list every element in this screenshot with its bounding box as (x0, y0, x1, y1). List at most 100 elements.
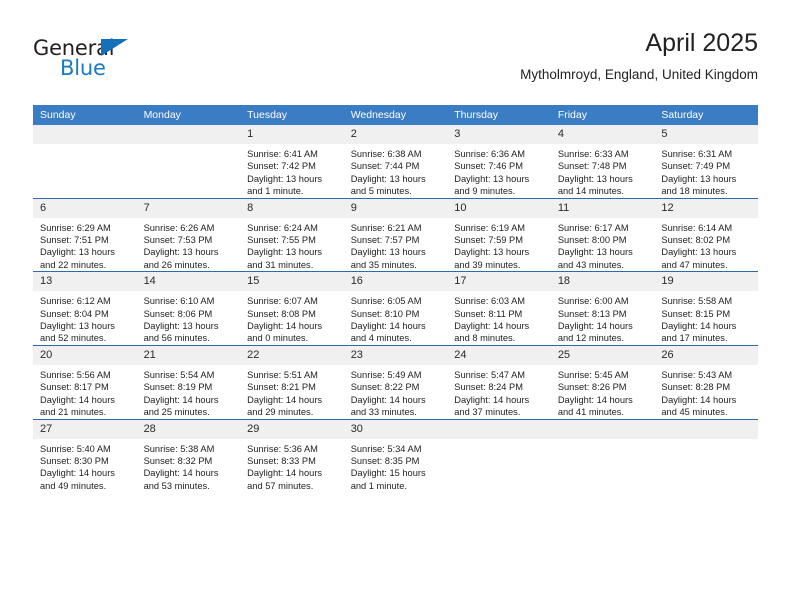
sunrise-time: Sunrise: 6:03 AM (454, 296, 526, 307)
day-details: Sunrise: 6:38 AM Sunset: 7:44 PM Daylight:… (344, 144, 448, 198)
calendar-cell-empty (550, 418, 655, 493)
weekday-header-monday: Monday (136, 105, 241, 125)
daylight-duration-line1: Daylight: 14 hours (661, 394, 737, 405)
daylight-duration-line1: Daylight: 13 hours (661, 173, 737, 184)
calendar-day-cell[interactable]: 15 Sunrise: 6:07 AM Sunset: 8:08 PM Dayligh… (240, 271, 344, 346)
sunset-time: Sunset: 8:26 PM (557, 382, 627, 393)
sunrise-time: Sunrise: 6:19 AM (454, 222, 526, 233)
day-details: Sunrise: 6:21 AM Sunset: 7:57 PM Daylight:… (344, 218, 448, 272)
day-number: 9 (343, 198, 448, 218)
sunrise-time: Sunrise: 5:56 AM (40, 369, 111, 380)
calendar-day-cell[interactable]: 18 Sunrise: 6:00 AM Sunset: 8:13 PM Dayligh… (550, 271, 655, 346)
day-number: 12 (654, 198, 758, 218)
sunset-time: Sunset: 7:51 PM (40, 235, 109, 246)
daylight-duration-line2: and 18 minutes. (661, 186, 728, 197)
calendar-day-cell[interactable]: 21 Sunrise: 5:54 AM Sunset: 8:19 PM Dayligh… (136, 344, 241, 419)
calendar-day-cell[interactable]: 24 Sunrise: 5:47 AM Sunset: 8:24 PM Dayligh… (447, 344, 551, 419)
calendar-cell-empty (136, 125, 241, 199)
calendar-day-cell[interactable]: 27 Sunrise: 5:40 AM Sunset: 8:30 PM Dayligh… (33, 418, 137, 493)
calendar-day-cell[interactable]: 12 Sunrise: 6:14 AM Sunset: 8:02 PM Dayligh… (654, 197, 758, 272)
sunrise-time: Sunrise: 5:49 AM (350, 369, 422, 380)
calendar-day-cell[interactable]: 29 Sunrise: 5:36 AM Sunset: 8:33 PM Dayligh… (240, 418, 344, 493)
day-number: 19 (654, 272, 758, 292)
calendar-day-cell[interactable]: 6 Sunrise: 6:29 AM Sunset: 7:51 PM Daylight… (33, 197, 137, 272)
sunset-time: Sunset: 8:24 PM (454, 382, 523, 393)
calendar-day-cell[interactable]: 26 Sunrise: 5:43 AM Sunset: 8:28 PM Dayligh… (654, 344, 758, 419)
day-number: 25 (550, 345, 655, 365)
calendar-cell-empty (447, 418, 551, 493)
day-number: 15 (240, 272, 344, 292)
daylight-duration-line1: Daylight: 13 hours (247, 173, 323, 184)
calendar-week-row: 20 Sunrise: 5:56 AM Sunset: 8:17 PM Dayligh… (33, 344, 758, 419)
day-number: 30 (343, 419, 448, 439)
daylight-duration-line2: and 57 minutes. (247, 480, 314, 491)
calendar-day-cell[interactable]: 7 Sunrise: 6:26 AM Sunset: 7:53 PM Daylight… (136, 197, 241, 272)
daylight-duration-line1: Daylight: 13 hours (557, 173, 633, 184)
day-details: Sunrise: 6:33 AM Sunset: 7:48 PM Daylight:… (551, 144, 655, 198)
daylight-duration-line2: and 8 minutes. (454, 333, 516, 344)
calendar-day-cell[interactable]: 25 Sunrise: 5:45 AM Sunset: 8:26 PM Dayligh… (550, 344, 655, 419)
sunrise-time: Sunrise: 5:47 AM (454, 369, 526, 380)
sunrise-time: Sunrise: 6:10 AM (143, 296, 215, 307)
daylight-duration-line2: and 39 minutes. (454, 259, 521, 270)
calendar-day-cell[interactable]: 9 Sunrise: 6:21 AM Sunset: 7:57 PM Daylight… (343, 197, 448, 272)
daylight-duration-line1: Daylight: 14 hours (247, 468, 323, 479)
daylight-duration-line2: and 56 minutes. (143, 333, 210, 344)
day-details: Sunrise: 6:29 AM Sunset: 7:51 PM Daylight:… (33, 218, 137, 272)
sunrise-time: Sunrise: 5:45 AM (557, 369, 629, 380)
calendar-week-row: 13 Sunrise: 6:12 AM Sunset: 8:04 PM Dayligh… (33, 271, 758, 346)
day-details: Sunrise: 6:19 AM Sunset: 7:59 PM Daylight:… (447, 218, 551, 272)
daylight-duration-line1: Daylight: 13 hours (454, 247, 530, 258)
sunrise-time: Sunrise: 6:38 AM (350, 149, 422, 159)
weekday-header-friday: Friday (550, 105, 655, 125)
calendar-day-cell[interactable]: 1 Sunrise: 6:41 AM Sunset: 7:42 PM Daylight… (240, 125, 344, 199)
calendar-day-cell[interactable]: 28 Sunrise: 5:38 AM Sunset: 8:32 PM Dayligh… (136, 418, 241, 493)
day-details: Sunrise: 5:49 AM Sunset: 8:22 PM Daylight:… (344, 365, 448, 419)
calendar-day-cell[interactable]: 4 Sunrise: 6:33 AM Sunset: 7:48 PM Daylight… (550, 125, 655, 199)
daylight-duration-line1: Daylight: 13 hours (247, 247, 323, 258)
daylight-duration-line1: Daylight: 14 hours (143, 468, 219, 479)
day-number: 17 (447, 272, 551, 292)
daylight-duration-line1: Daylight: 14 hours (557, 321, 633, 332)
calendar-day-cell[interactable]: 5 Sunrise: 6:31 AM Sunset: 7:49 PM Daylight… (654, 125, 758, 199)
day-details: Sunrise: 6:12 AM Sunset: 8:04 PM Daylight:… (33, 291, 137, 345)
day-details: Sunrise: 6:03 AM Sunset: 8:11 PM Daylight:… (447, 291, 551, 345)
sunset-time: Sunset: 7:46 PM (454, 161, 523, 172)
calendar-day-cell[interactable]: 10 Sunrise: 6:19 AM Sunset: 7:59 PM Dayligh… (447, 197, 551, 272)
calendar-day-cell[interactable]: 2 Sunrise: 6:38 AM Sunset: 7:44 PM Daylight… (343, 125, 448, 199)
day-number: 5 (654, 125, 758, 144)
day-number: 3 (447, 125, 551, 144)
day-details: Sunrise: 5:40 AM Sunset: 8:30 PM Daylight:… (33, 439, 137, 493)
day-details: Sunrise: 6:31 AM Sunset: 7:49 PM Daylight:… (654, 144, 758, 198)
calendar-day-cell[interactable]: 17 Sunrise: 6:03 AM Sunset: 8:11 PM Dayligh… (447, 271, 551, 346)
daylight-duration-line1: Daylight: 14 hours (454, 394, 530, 405)
daylight-duration-line2: and 52 minutes. (40, 333, 107, 344)
calendar-day-cell[interactable]: 23 Sunrise: 5:49 AM Sunset: 8:22 PM Dayligh… (343, 344, 448, 419)
day-details: Sunrise: 6:05 AM Sunset: 8:10 PM Daylight:… (344, 291, 448, 345)
calendar-day-cell[interactable]: 16 Sunrise: 6:05 AM Sunset: 8:10 PM Dayligh… (343, 271, 448, 346)
calendar-day-cell[interactable]: 30 Sunrise: 5:34 AM Sunset: 8:35 PM Dayligh… (343, 418, 448, 493)
calendar-day-cell[interactable]: 19 Sunrise: 5:58 AM Sunset: 8:15 PM Dayligh… (654, 271, 758, 346)
calendar-day-cell[interactable]: 14 Sunrise: 6:10 AM Sunset: 8:06 PM Dayligh… (136, 271, 241, 346)
calendar-day-cell[interactable]: 11 Sunrise: 6:17 AM Sunset: 8:00 PM Dayligh… (550, 197, 655, 272)
day-number: 23 (343, 345, 448, 365)
daylight-duration-line1: Daylight: 13 hours (661, 247, 737, 258)
calendar-day-cell[interactable]: 8 Sunrise: 6:24 AM Sunset: 7:55 PM Daylight… (240, 197, 344, 272)
day-details: Sunrise: 5:47 AM Sunset: 8:24 PM Daylight:… (447, 365, 551, 419)
calendar-page: General Blue April 2025 Mytholmroyd, Eng… (0, 0, 792, 612)
sunrise-time: Sunrise: 5:58 AM (661, 296, 733, 307)
daylight-duration-line1: Daylight: 14 hours (557, 394, 633, 405)
calendar-day-cell[interactable]: 22 Sunrise: 5:51 AM Sunset: 8:21 PM Dayligh… (240, 344, 344, 419)
sunset-time: Sunset: 8:04 PM (40, 308, 109, 319)
sunrise-time: Sunrise: 6:24 AM (247, 222, 318, 233)
daylight-duration-line1: Daylight: 14 hours (143, 394, 219, 405)
sunrise-time: Sunrise: 6:36 AM (454, 149, 526, 159)
calendar-day-cell[interactable]: 20 Sunrise: 5:56 AM Sunset: 8:17 PM Dayligh… (33, 344, 137, 419)
calendar-day-cell[interactable]: 3 Sunrise: 6:36 AM Sunset: 7:46 PM Daylight… (447, 125, 551, 199)
sunrise-time: Sunrise: 5:36 AM (247, 443, 318, 454)
daylight-duration-line2: and 14 minutes. (557, 186, 624, 197)
day-number (654, 419, 758, 439)
day-details: Sunrise: 5:54 AM Sunset: 8:19 PM Daylight:… (137, 365, 241, 419)
calendar-day-cell[interactable]: 13 Sunrise: 6:12 AM Sunset: 8:04 PM Dayligh… (33, 271, 137, 346)
daylight-duration-line2: and 47 minutes. (661, 259, 728, 270)
